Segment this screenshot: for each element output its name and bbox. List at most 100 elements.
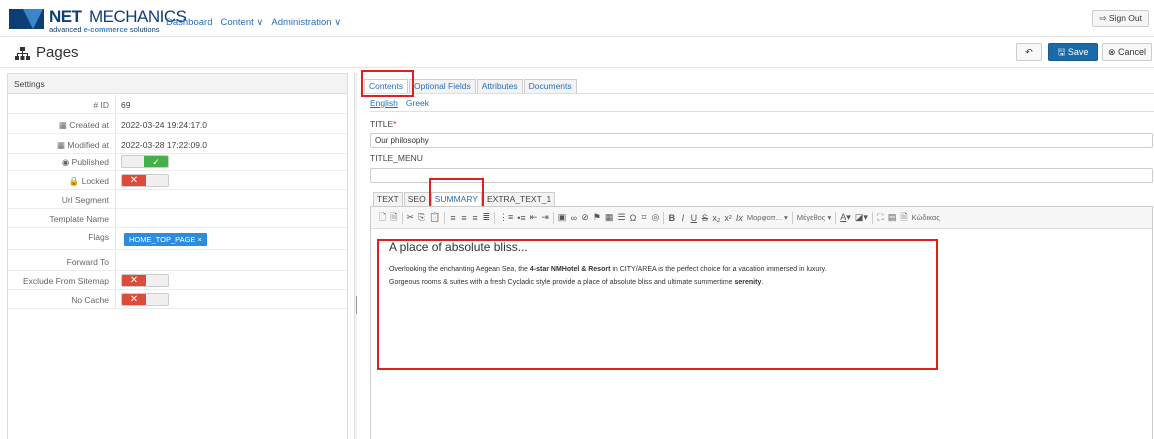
published-toggle[interactable]: ✓ — [121, 155, 169, 168]
remove-format-icon[interactable]: Ix — [736, 213, 743, 223]
special-char-icon[interactable]: Ω — [630, 213, 637, 223]
page-break-icon[interactable]: ⌗ — [641, 212, 648, 223]
exclude-sitemap-toggle[interactable]: ✕ — [121, 274, 169, 287]
superscript-icon[interactable]: x² — [724, 213, 732, 223]
content-panel: Contents Optional Fields Attributes Docu… — [360, 70, 1154, 439]
title-menu-label: TITLE_MENU — [370, 153, 423, 163]
sign-out-button[interactable]: ⇨ Sign Out — [1092, 10, 1149, 27]
iframe-icon[interactable]: ◎ — [652, 212, 660, 223]
preview-icon[interactable]: 🗎 — [390, 210, 397, 226]
source-code-icon[interactable]: 🗎 — [900, 210, 907, 226]
modified-value: 2022-03-28 17:22:09.0 — [121, 140, 208, 150]
page-title: Pages — [36, 44, 79, 61]
maximize-icon[interactable]: ⛶ — [877, 212, 884, 223]
numbered-list-icon[interactable]: ⋮≡ — [499, 212, 513, 223]
highlight-editor-content — [377, 239, 938, 370]
toggle-off-x-icon: ✕ — [122, 275, 146, 286]
id-value: 69 — [121, 100, 131, 110]
size-combo[interactable]: Μέγεθος ▾ — [797, 213, 832, 222]
settings-panel: Settings # ID 69 ▦ Created at 2022-03-24… — [7, 73, 348, 439]
bullet-list-icon[interactable]: •≡ — [517, 213, 525, 223]
url-segment-label: Url Segment — [61, 195, 109, 205]
exclude-sitemap-label: Exclude From Sitemap — [23, 276, 109, 286]
italic-icon[interactable]: I — [679, 213, 686, 223]
id-label: # ID — [93, 100, 109, 110]
underline-icon[interactable]: U — [690, 213, 698, 223]
justify-icon[interactable]: ≣ — [482, 212, 490, 223]
unlink-icon[interactable]: ⊘ — [581, 212, 589, 223]
image-icon[interactable]: ▣ — [558, 212, 567, 223]
background-color-icon[interactable]: ◪▾ — [855, 212, 868, 223]
new-page-icon[interactable]: 🗋 — [379, 210, 386, 226]
brand-logo[interactable]: NET MECHANICS advanced e-commerce soluti… — [9, 7, 187, 34]
source-button-label[interactable]: Κώδικας — [912, 213, 940, 222]
title-input[interactable]: Our philosophy — [370, 133, 1153, 148]
bold-icon[interactable]: B — [668, 213, 676, 223]
anchor-flag-icon[interactable]: ⚑ — [593, 212, 601, 223]
row-template-name: Template Name — [8, 209, 347, 228]
cut-icon[interactable]: ✂ — [407, 212, 415, 223]
toggle-off-x-icon: ✕ — [122, 294, 146, 305]
locked-label: 🔒 Locked — [68, 176, 109, 186]
tab-text[interactable]: TEXT — [373, 192, 403, 206]
tab-extra-text-1[interactable]: EXTRA_TEXT_1 — [482, 192, 556, 206]
lang-greek[interactable]: Greek — [406, 98, 429, 108]
panel-splitter[interactable] — [354, 73, 357, 439]
text-color-icon[interactable]: A▾ — [840, 212, 851, 223]
logo-mark-icon — [9, 9, 44, 29]
splitter-grip-icon — [356, 296, 357, 314]
tagline-pre: advanced — [49, 25, 84, 34]
title-menu-input[interactable] — [370, 168, 1153, 183]
row-id: # ID 69 — [8, 95, 347, 114]
align-right-icon[interactable]: ≡ — [471, 213, 478, 223]
editor-toolbar: 🗋 🗎 ✂ ⎘ 📋 ≡ ≡ ≡ ≣ ⋮≡ •≡ ⇤ ⇥ ▣ ∞ ⊘ ⚑ ▦ ☰ … — [371, 207, 1152, 229]
paste-icon[interactable]: 📋 — [429, 212, 440, 223]
nav-dashboard[interactable]: Dashboard — [166, 17, 212, 28]
strikethrough-icon[interactable]: S — [701, 213, 708, 223]
row-created: ▦ Created at 2022-03-24 19:24:17.0 — [8, 115, 347, 134]
flag-chip[interactable]: HOME_TOP_PAGE × — [124, 233, 207, 246]
title-label: TITLE* — [370, 119, 396, 129]
subscript-icon[interactable]: x₂ — [712, 213, 720, 223]
highlight-contents-tab — [361, 70, 414, 97]
outdent-icon[interactable]: ⇤ — [530, 212, 538, 223]
no-cache-label: No Cache — [71, 295, 109, 305]
align-center-icon[interactable]: ≡ — [460, 213, 467, 223]
required-marker: * — [393, 119, 397, 129]
created-value: 2022-03-24 19:24:17.0 — [121, 120, 208, 130]
toggle-on-check-icon: ✓ — [144, 156, 168, 167]
row-forward-to: Forward To — [8, 252, 347, 271]
no-cache-toggle[interactable]: ✕ — [121, 293, 169, 306]
align-left-icon[interactable]: ≡ — [449, 213, 456, 223]
tab-seo[interactable]: SEO — [403, 192, 430, 206]
save-button[interactable]: 🖫 Save — [1048, 43, 1098, 61]
back-button[interactable]: ↶ — [1016, 43, 1042, 61]
sitemap-icon — [15, 47, 30, 60]
tab-documents[interactable]: Documents — [523, 79, 577, 93]
cancel-button[interactable]: ⊗ Cancel — [1102, 43, 1152, 61]
toggle-off-x-icon: ✕ — [122, 175, 146, 186]
tab-optional-fields[interactable]: Optional Fields — [409, 79, 476, 93]
nav-content[interactable]: Content ∨ — [220, 17, 263, 28]
row-url-segment: Url Segment — [8, 190, 347, 209]
link-icon[interactable]: ∞ — [570, 213, 577, 223]
show-blocks-icon[interactable]: ▤ — [888, 212, 897, 223]
lang-english[interactable]: English — [370, 98, 398, 108]
horizontal-line-icon[interactable]: ☰ — [617, 212, 625, 223]
main-menu: Dashboard Content ∨ Administration ∨ — [166, 17, 341, 28]
logo-name-bold: NET — [49, 7, 82, 26]
row-published: ◉ Published ✓ — [8, 152, 347, 171]
indent-icon[interactable]: ⇥ — [541, 212, 549, 223]
copy-icon[interactable]: ⎘ — [418, 212, 425, 223]
table-icon[interactable]: ▦ — [605, 212, 614, 223]
nav-administration[interactable]: Administration ∨ — [271, 17, 341, 28]
template-name-label: Template Name — [49, 214, 109, 224]
forward-to-label: Forward To — [66, 257, 109, 267]
locked-toggle[interactable]: ✕ — [121, 174, 169, 187]
tagline-post: solutions — [127, 25, 160, 34]
tab-attributes[interactable]: Attributes — [476, 79, 523, 93]
language-tabs: English Greek — [370, 98, 429, 108]
flags-label: Flags — [88, 232, 109, 242]
format-combo[interactable]: Μορφοπ... ▾ — [747, 213, 788, 222]
logo-tagline: advanced e-commerce solutions — [49, 25, 160, 34]
